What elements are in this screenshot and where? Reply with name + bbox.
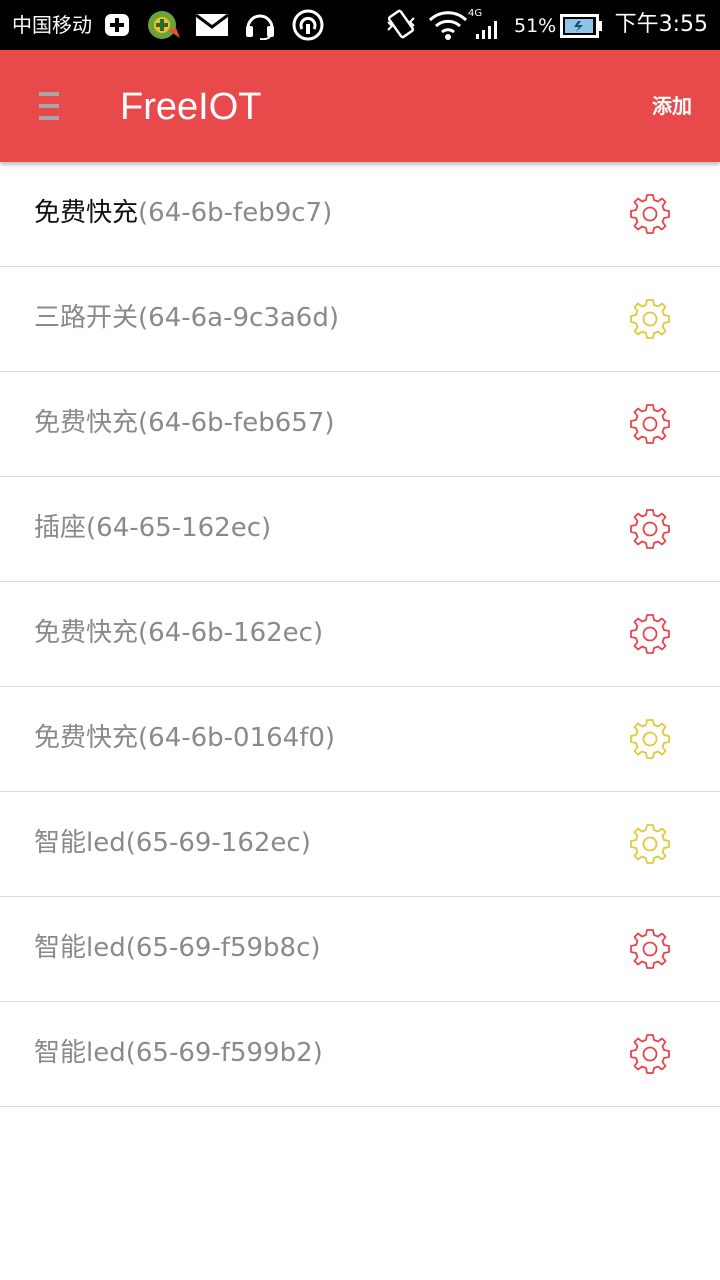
device-id: (64-65-162ec) [86,513,272,543]
app-badge-icon [146,8,182,46]
device-row[interactable]: 智能led(65-69-162ec) [0,792,720,897]
device-row[interactable]: 插座(64-65-162ec) [0,477,720,582]
device-id: (64-6b-162ec) [138,618,324,648]
device-row[interactable]: 免费快充(64-6b-0164f0) [0,687,720,792]
plus-box-icon [104,13,130,41]
device-label: 智能led(65-69-162ec) [34,826,311,860]
device-row[interactable]: 免费快充(64-6b-feb657) [0,372,720,477]
app-title: FreeIOT [120,86,262,128]
device-name: 智能led [34,1038,126,1068]
device-label: 免费快充(64-6b-feb9c7) [34,196,332,230]
battery-percent: 51% [514,15,557,37]
device-label: 免费快充(64-6b-feb657) [34,406,334,440]
signal-icon [474,18,502,44]
device-id: (65-69-f599b2) [125,1038,323,1068]
settings-gear-icon[interactable] [628,1032,672,1076]
device-list: 免费快充(64-6b-feb9c7) 三路开关(64-6a-9c3a6d) 免费快充… [0,162,720,1107]
device-row[interactable]: 三路开关(64-6a-9c3a6d) [0,267,720,372]
battery-icon [560,14,604,42]
device-name: 三路开关 [34,303,139,333]
settings-gear-icon[interactable] [628,192,672,236]
clock: 下午3:55 [614,12,708,37]
device-label: 三路开关(64-6a-9c3a6d) [34,301,339,335]
vibrate-icon [384,8,418,46]
settings-gear-icon[interactable] [628,402,672,446]
add-button[interactable]: 添加 [652,92,692,120]
device-label: 智能led(65-69-f59b8c) [34,931,321,965]
device-id: (65-69-f59b8c) [125,933,321,963]
device-id: (64-6a-9c3a6d) [138,303,339,333]
broadcast-icon [292,9,324,45]
settings-gear-icon[interactable] [628,717,672,761]
device-row[interactable]: 智能led(65-69-f599b2) [0,1002,720,1107]
device-name: 插座 [34,513,87,543]
device-label: 插座(64-65-162ec) [34,511,271,545]
status-bar: 中国移动 4G 51% 下午3:55 [0,0,720,50]
headset-icon [244,10,276,44]
settings-gear-icon[interactable] [628,612,672,656]
device-name: 免费快充 [34,198,139,228]
device-row[interactable]: 免费快充(64-6b-feb9c7) [0,162,720,267]
settings-gear-icon[interactable] [628,297,672,341]
device-id: (65-69-162ec) [125,828,311,858]
app-bar: FreeIOT 添加 [0,50,720,162]
hamburger-menu-icon[interactable] [36,90,62,122]
carrier-label: 中国移动 [12,13,92,37]
device-row[interactable]: 免费快充(64-6b-162ec) [0,582,720,687]
settings-gear-icon[interactable] [628,822,672,866]
device-id: (64-6b-feb9c7) [138,198,333,228]
device-label: 免费快充(64-6b-0164f0) [34,721,335,755]
device-name: 免费快充 [34,408,139,438]
device-id: (64-6b-0164f0) [138,723,336,753]
wifi-icon [428,10,468,44]
settings-gear-icon[interactable] [628,507,672,551]
device-name: 免费快充 [34,723,139,753]
device-id: (64-6b-feb657) [138,408,335,438]
device-name: 免费快充 [34,618,139,648]
settings-gear-icon[interactable] [628,927,672,971]
device-name: 智能led [34,828,126,858]
device-label: 免费快充(64-6b-162ec) [34,616,323,650]
device-label: 智能led(65-69-f599b2) [34,1036,323,1070]
device-row[interactable]: 智能led(65-69-f59b8c) [0,897,720,1002]
device-name: 智能led [34,933,126,963]
mail-icon [195,13,229,41]
